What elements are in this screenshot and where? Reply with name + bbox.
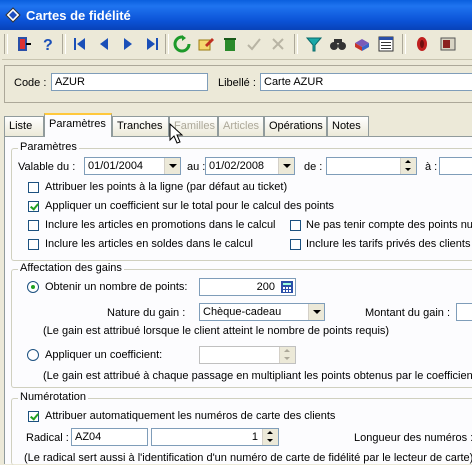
delete-icon[interactable] (220, 34, 240, 54)
auto-numerotation-label: Attribuer automatiquement les numéros de… (45, 410, 336, 422)
numerotation-group: Numérotation Attribuer automatiquement l… (11, 391, 472, 465)
counter-input[interactable]: 1 (151, 428, 279, 446)
edit-icon[interactable] (196, 34, 216, 54)
points-nuls-label: Ne pas tenir compte des points nuls s (306, 219, 472, 231)
coef-note: (Le gain est attribué à chaque passage e… (43, 370, 472, 382)
checkbox-soldes[interactable] (28, 239, 39, 250)
code-input[interactable]: AZUR (51, 73, 208, 91)
au-value: 01/02/2008 (209, 160, 265, 172)
tab-operations[interactable]: Opérations (264, 116, 327, 136)
nature-gain-value: Chèque-cadeau (203, 306, 282, 318)
a-time[interactable] (439, 157, 472, 175)
de-time[interactable] (326, 157, 417, 175)
tab-articles: Articles (218, 116, 264, 136)
parametres-group-title: Paramètres (18, 141, 79, 153)
coefficient-label: Appliquer un coefficient: (45, 349, 163, 361)
toolbar: ? (2, 30, 472, 60)
nature-gain-select[interactable]: Chèque-cadeau (199, 303, 325, 321)
door-exit-icon[interactable] (14, 34, 34, 54)
a-label: à : (425, 161, 438, 173)
numerotation-group-title: Numérotation (18, 391, 89, 403)
list-icon[interactable] (376, 34, 396, 54)
tarifs-prives-label: Inclure les tarifs privés des clients da (306, 238, 472, 250)
checkbox-points-nuls[interactable] (290, 220, 301, 231)
nature-gain-label: Nature du gain : (107, 307, 186, 319)
valable-du-label: Valable du : (18, 161, 76, 173)
checkbox-tarifs-prives[interactable] (290, 239, 301, 250)
radical-label: Radical : (26, 432, 69, 444)
window-title: Cartes de fidélité (26, 8, 131, 23)
points-ligne-label: Attribuer les points à la ligne (par déf… (45, 181, 288, 193)
checkbox-points-ligne[interactable] (28, 182, 39, 193)
close-icon[interactable] (438, 34, 458, 54)
longueur-label: Longueur des numéros : (354, 432, 472, 444)
mouse-cursor-icon (169, 123, 184, 144)
radio-nombre-points[interactable] (27, 281, 39, 293)
toolbar-grip (4, 34, 8, 54)
parametres-group: Paramètres Valable du : 01/01/2004 au : … (11, 141, 472, 261)
radical-note: (Le radical sert aussi à l'identificatio… (24, 452, 472, 464)
checkbox-auto-numerotation[interactable] (28, 411, 39, 422)
next-icon[interactable] (118, 34, 138, 54)
nombre-points-label: Obtenir un nombre de points: (45, 281, 188, 293)
points-value: 200 (256, 281, 275, 293)
checkbox-promotions[interactable] (28, 220, 39, 231)
toolbar-separator (294, 34, 298, 54)
title-bar[interactable]: Cartes de fidélité (0, 0, 472, 30)
coefficient-input (199, 346, 296, 364)
valable-du-date[interactable]: 01/01/2004 (84, 157, 181, 175)
points-note: (Le gain est attribué lorsque le client … (43, 325, 390, 337)
tab-notes[interactable]: Notes (327, 116, 369, 136)
libelle-label: Libellé : (218, 77, 256, 89)
de-spinner[interactable] (400, 158, 416, 174)
libelle-input[interactable]: Carte AZUR (260, 73, 472, 91)
toolbar-separator (62, 34, 66, 54)
au-label: au : (187, 161, 206, 173)
filter-icon[interactable] (304, 34, 324, 54)
toolbar-separator (165, 34, 169, 54)
radical-input[interactable]: AZ04 (71, 428, 148, 446)
header-fields: Code : AZUR Libellé : Carte AZUR (4, 65, 472, 103)
chevron-down-icon[interactable] (278, 158, 294, 174)
tab-parametres[interactable]: Paramètres (44, 113, 112, 137)
points-input[interactable]: 200 (199, 278, 296, 296)
toolbar-separator (402, 34, 406, 54)
parametres-panel: Paramètres Valable du : 01/01/2004 au : … (4, 123, 472, 465)
validate-icon[interactable] (244, 34, 264, 54)
print-icon[interactable] (352, 34, 372, 54)
checkbox-coefficient-total[interactable] (28, 201, 39, 212)
app-icon (5, 7, 21, 23)
valable-du-value: 01/01/2004 (88, 160, 144, 172)
de-label: de : (304, 161, 323, 173)
tab-tranches[interactable]: Tranches (112, 116, 169, 136)
help-icon[interactable]: ? (38, 34, 58, 54)
counter-value: 1 (251, 431, 258, 443)
tab-strip: Liste Paramètres Tranches Familles Artic… (4, 113, 472, 137)
affectation-group: Affectation des gains Obtenir un nombre … (11, 262, 472, 388)
last-icon[interactable] (142, 34, 162, 54)
affectation-group-title: Affectation des gains (18, 262, 124, 274)
chevron-down-icon[interactable] (308, 304, 324, 320)
chevron-down-icon[interactable] (164, 158, 180, 174)
counter-spinner[interactable] (262, 429, 278, 445)
coefficient-total-label: Appliquer un coefficient sur le total po… (45, 200, 335, 212)
radio-coefficient[interactable] (27, 349, 39, 361)
code-label: Code : (14, 77, 47, 89)
record-icon[interactable] (412, 34, 432, 54)
au-date[interactable]: 01/02/2008 (205, 157, 295, 175)
montant-gain-label: Montant du gain : (365, 307, 451, 319)
svg-text:?: ? (43, 37, 53, 53)
promotions-label: Inclure les articles en promotions dans … (45, 219, 276, 231)
refresh-icon[interactable] (172, 34, 192, 54)
tab-liste[interactable]: Liste (4, 116, 44, 136)
soldes-label: Inclure les articles en soldes dans le c… (45, 238, 253, 250)
cancel-icon[interactable] (268, 34, 288, 54)
search-icon[interactable] (328, 34, 348, 54)
coefficient-spinner (279, 347, 295, 363)
montant-gain-input[interactable] (456, 303, 472, 321)
previous-icon[interactable] (94, 34, 114, 54)
first-icon[interactable] (70, 34, 90, 54)
calculator-icon[interactable] (281, 281, 293, 293)
